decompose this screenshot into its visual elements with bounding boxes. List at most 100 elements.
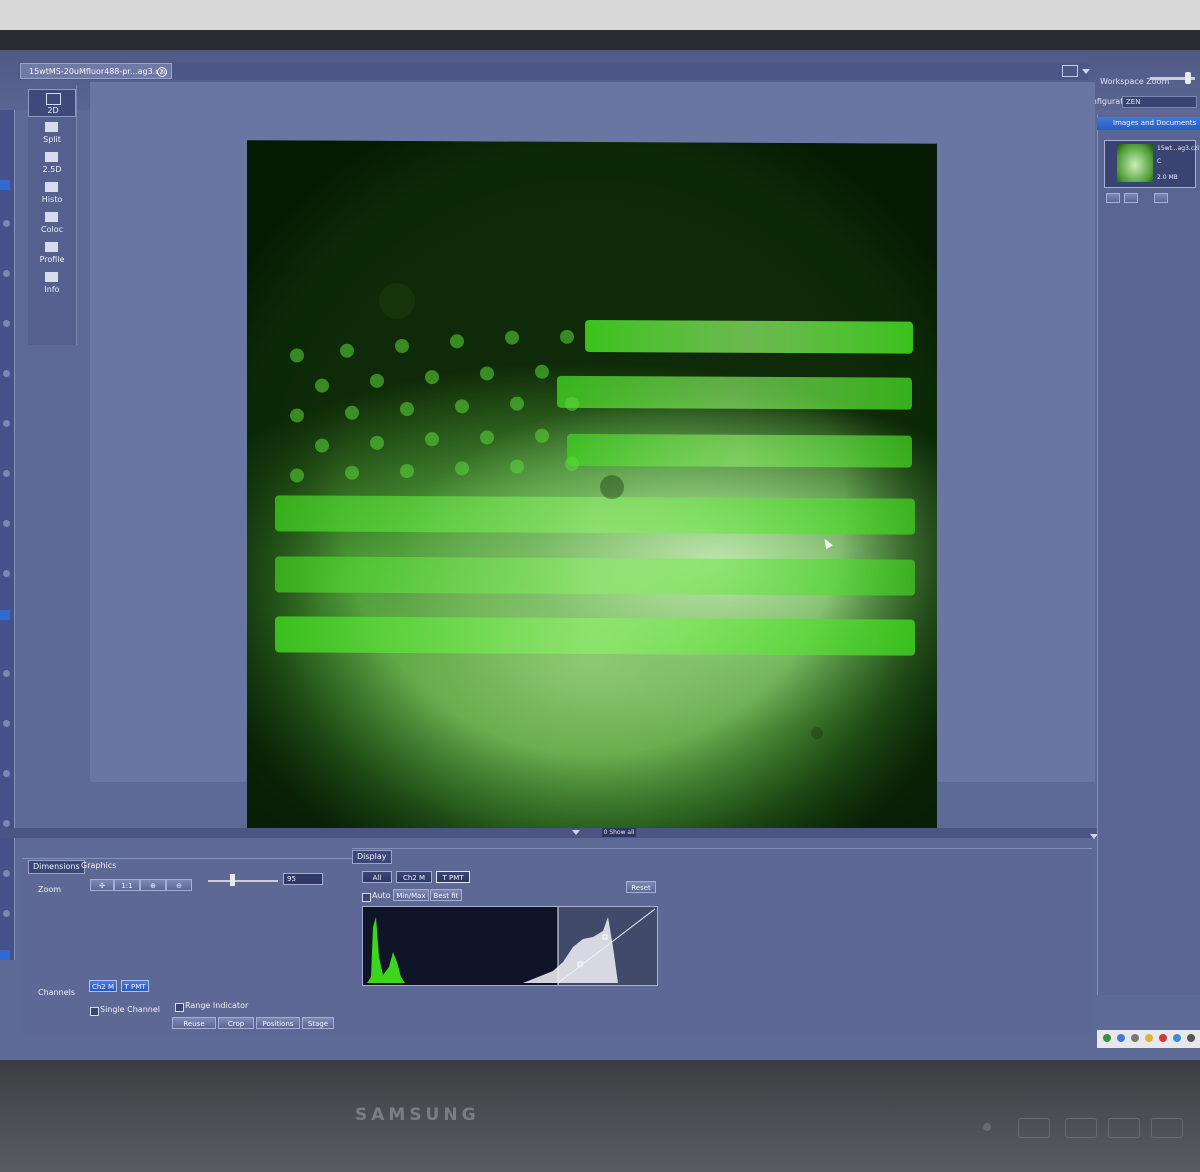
flag-stripe — [275, 556, 915, 596]
channel-tab-ch2m[interactable]: Ch2 M — [396, 871, 432, 883]
zoom-slider-knob[interactable] — [230, 874, 235, 886]
2d-view-icon — [46, 93, 61, 105]
expand-handle-icon[interactable] — [0, 950, 10, 960]
tool-2d[interactable]: 2D — [28, 89, 76, 117]
flag-stripe — [585, 319, 913, 354]
tab-display[interactable]: Display — [352, 850, 392, 864]
side-dot-icon[interactable] — [3, 370, 10, 377]
side-dot-icon[interactable] — [3, 220, 10, 227]
monitor-button[interactable] — [1151, 1118, 1183, 1138]
images-documents-panel — [1097, 115, 1200, 995]
save-image-icon[interactable] — [1124, 193, 1138, 203]
close-icon[interactable]: × — [157, 67, 167, 77]
flag-stripe — [275, 616, 915, 656]
chevron-down-icon[interactable] — [1082, 69, 1090, 74]
tray-app-icon[interactable] — [1187, 1034, 1195, 1042]
reuse-button[interactable]: Reuse — [172, 1017, 216, 1029]
stage-button[interactable]: Stage — [302, 1017, 334, 1029]
tray-app-icon[interactable] — [1145, 1034, 1153, 1042]
workspace-config-select[interactable]: ZEN — [1122, 96, 1197, 108]
zoom-value-input[interactable]: 95 — [283, 873, 323, 885]
side-dot-icon[interactable] — [3, 870, 10, 877]
power-led-icon — [983, 1123, 991, 1131]
zoom-fit-button[interactable]: ✣ — [90, 879, 114, 891]
tool-2-5d[interactable]: 2.5D — [28, 149, 76, 177]
images-documents-header[interactable]: Images and Documents — [1097, 117, 1200, 130]
channels-label: Channels — [38, 988, 76, 997]
crop-button[interactable]: Crop — [218, 1017, 254, 1029]
open-image-icon[interactable] — [1106, 193, 1120, 203]
side-dot-icon[interactable] — [3, 520, 10, 527]
screen: Workspace Zoom Workspace Configuration Z… — [0, 50, 1200, 1062]
side-dot-icon[interactable] — [3, 470, 10, 477]
document-tab[interactable]: 15wtMS-20uMfluor488-pr...ag3.czi × — [20, 63, 172, 79]
show-all-button[interactable]: 0 Show all — [602, 828, 636, 837]
single-channel-label: Single Channel — [100, 1005, 160, 1014]
debris-spot — [600, 475, 624, 500]
tray-network-icon[interactable] — [1103, 1034, 1111, 1042]
side-dot-icon[interactable] — [3, 270, 10, 277]
flag-stripe — [567, 433, 912, 468]
2-5d-view-icon — [45, 152, 58, 162]
thumb-name: 15wt...ag3.czi — [1157, 145, 1199, 152]
photo-scene: Workspace Zoom Workspace Configuration Z… — [0, 0, 1200, 1172]
expand-handle-icon[interactable] — [0, 180, 10, 190]
single-channel-checkbox[interactable] — [90, 1007, 99, 1016]
zoom-in-icon[interactable]: ⊕ — [140, 879, 166, 891]
document-tabstrip — [18, 62, 1088, 80]
workspace-zoom-knob[interactable] — [1185, 72, 1191, 84]
side-dot-icon[interactable] — [3, 320, 10, 327]
tool-split[interactable]: Split — [28, 119, 76, 147]
channel-tab-tpmt[interactable]: T PMT — [436, 871, 470, 883]
side-dot-icon[interactable] — [3, 670, 10, 677]
side-dot-icon[interactable] — [3, 570, 10, 577]
tab-graphics[interactable]: Graphics — [77, 860, 120, 872]
close-image-icon[interactable] — [1154, 193, 1168, 203]
flag-stars — [290, 329, 579, 483]
monitor-button[interactable] — [1018, 1118, 1050, 1138]
chevron-down-icon[interactable] — [572, 830, 580, 835]
histogram[interactable] — [362, 906, 658, 986]
histogram-icon — [45, 182, 58, 192]
thumb-type: C — [1157, 158, 1162, 165]
monitor-button[interactable] — [1108, 1118, 1140, 1138]
min-max-button[interactable]: Min/Max — [393, 889, 429, 901]
tray-security-icon[interactable] — [1159, 1034, 1167, 1042]
tool-histo[interactable]: Histo — [28, 179, 76, 207]
reset-button[interactable]: Reset — [626, 881, 656, 893]
side-dot-icon[interactable] — [3, 720, 10, 727]
tray-sound-icon[interactable] — [1131, 1034, 1139, 1042]
zoom-slider[interactable] — [208, 880, 278, 882]
microscopy-image[interactable] — [247, 140, 937, 836]
auto-label: Auto — [372, 891, 391, 900]
tool-profile[interactable]: Profile — [28, 239, 76, 267]
histogram-plot — [367, 907, 657, 985]
range-indicator-checkbox[interactable] — [175, 1003, 184, 1012]
side-dot-icon[interactable] — [3, 910, 10, 917]
tool-label: Split — [43, 135, 61, 144]
best-fit-button[interactable]: Best fit — [430, 889, 462, 901]
monitor-button[interactable] — [1065, 1118, 1097, 1138]
tool-label: 2D — [47, 106, 59, 115]
zoom-out-icon[interactable]: ⊖ — [166, 879, 192, 891]
tool-label: Histo — [41, 195, 63, 204]
tool-info[interactable]: Info — [28, 269, 76, 297]
side-dot-icon[interactable] — [3, 420, 10, 427]
tool-label: Coloc — [41, 225, 63, 234]
side-dot-icon[interactable] — [3, 820, 10, 827]
document-thumbnail[interactable] — [1117, 144, 1153, 182]
flag-stripe — [275, 495, 915, 535]
positions-button[interactable]: Positions — [256, 1017, 300, 1029]
channel-tab-all[interactable]: All — [362, 871, 392, 883]
tray-bluetooth-icon[interactable] — [1117, 1034, 1125, 1042]
auto-checkbox[interactable] — [362, 893, 371, 902]
tray-app-icon[interactable] — [1173, 1034, 1181, 1042]
channel-ch2m-button[interactable]: Ch2 M — [89, 980, 117, 992]
expand-handle-icon[interactable] — [0, 610, 10, 620]
zoom-1to1-button[interactable]: 1:1 — [114, 879, 140, 891]
layout-grid-icon[interactable] — [1062, 65, 1078, 77]
channel-tpmt-button[interactable]: T PMT — [121, 980, 149, 992]
side-dot-icon[interactable] — [3, 770, 10, 777]
flag-pattern — [275, 282, 915, 740]
tool-coloc[interactable]: Coloc — [28, 209, 76, 237]
